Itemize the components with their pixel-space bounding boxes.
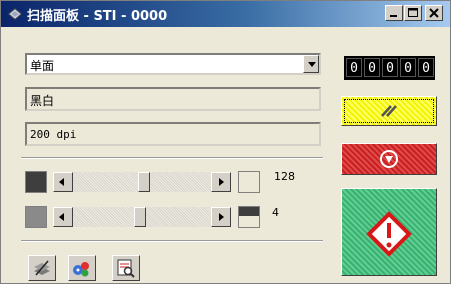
- slider-left-arrow-icon[interactable]: [53, 207, 73, 227]
- counter-digit: 0: [364, 58, 380, 77]
- slider-left-arrow-icon[interactable]: [53, 172, 73, 192]
- preview-button[interactable]: [112, 255, 140, 281]
- slider-right-arrow-icon[interactable]: [211, 207, 231, 227]
- minimize-icon: [390, 15, 397, 17]
- chevron-down-icon[interactable]: [303, 55, 319, 73]
- minimize-button[interactable]: [385, 5, 403, 21]
- preview-icon: [117, 259, 135, 278]
- layers-button[interactable]: [28, 255, 56, 281]
- app-icon: [8, 8, 22, 20]
- dark-swatch-icon: [25, 171, 47, 193]
- slider-thumb[interactable]: [134, 207, 146, 227]
- stop-icon: [380, 150, 398, 168]
- counter-digit: 0: [346, 58, 362, 77]
- counter-digit: 0: [418, 58, 434, 77]
- slider-right-arrow-icon[interactable]: [211, 172, 231, 192]
- window-title: 扫描面板 - STI - 0000: [27, 9, 168, 24]
- start-diamond-icon: [366, 211, 412, 257]
- resolution-value: 200 dpi: [30, 128, 77, 141]
- start-button[interactable]: [341, 188, 437, 276]
- close-icon: [429, 8, 439, 18]
- gray-swatch-icon: [25, 206, 47, 228]
- separator: [21, 157, 323, 159]
- contrast-slider[interactable]: [53, 207, 231, 227]
- brightness-value: 128: [274, 170, 295, 183]
- scan-mode-value: 单面: [30, 59, 55, 73]
- contrast-swatch-icon: [238, 206, 260, 228]
- counter-digit: 0: [382, 58, 398, 77]
- resolution-field[interactable]: 200 dpi: [25, 122, 321, 146]
- slider-thumb[interactable]: [138, 172, 150, 192]
- layers-icon: [34, 260, 50, 276]
- reset-button[interactable]: [341, 96, 437, 126]
- counter-digit: 0: [400, 58, 416, 77]
- contrast-value: 4: [272, 206, 279, 219]
- settings-icon: [73, 262, 89, 277]
- title-bar[interactable]: 扫描面板 - STI - 0000: [1, 1, 450, 27]
- separator: [21, 240, 323, 242]
- page-counter: 0 0 0 0 0: [344, 56, 435, 80]
- stop-button[interactable]: [341, 143, 437, 175]
- maximize-button[interactable]: [404, 5, 422, 21]
- scan-panel-window: 扫描面板 - STI - 0000 单面 黑白 200 dpi 128 4 0 …: [0, 0, 451, 284]
- color-mode-value: 黑白: [30, 94, 55, 108]
- light-swatch-icon: [238, 171, 260, 193]
- settings-button[interactable]: [68, 255, 96, 281]
- maximize-icon: [408, 8, 418, 17]
- close-button[interactable]: [425, 5, 443, 21]
- brightness-slider[interactable]: [53, 172, 231, 192]
- scan-mode-select[interactable]: 单面: [25, 53, 321, 75]
- double-slash-icon: [381, 105, 397, 117]
- color-mode-field[interactable]: 黑白: [25, 87, 321, 111]
